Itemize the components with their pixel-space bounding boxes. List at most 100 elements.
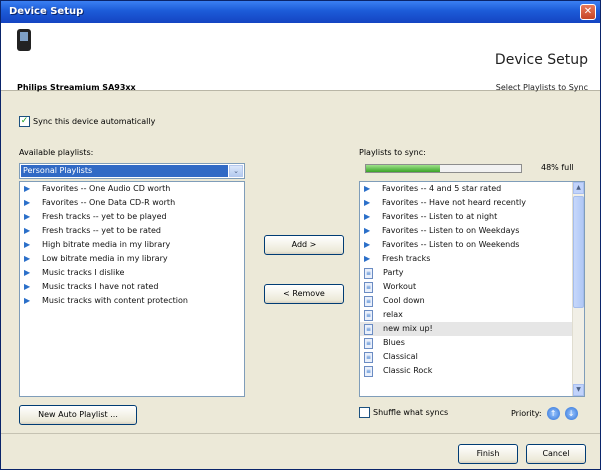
sync-playlists-list[interactable]: ▶ Favorites -- 4 and 5 star rated ▶ Favorit…	[359, 181, 585, 397]
capacity-bar	[365, 164, 522, 173]
auto-playlist-icon: ▶	[24, 282, 31, 291]
scroll-up-button[interactable]: ▲	[573, 182, 584, 194]
list-item-label: Fresh tracks -- yet to be played	[42, 212, 167, 221]
list-item[interactable]: ▶ Favorites -- One Audio CD worth	[20, 182, 244, 196]
device-name: Philips Streamium SA93xx	[17, 83, 136, 92]
auto-playlist-icon: ▶	[364, 212, 371, 221]
playlist-type-dropdown[interactable]: Personal Playlists ⌄	[19, 163, 245, 179]
device-setup-window: Device Setup ✕ Philips Streamium SA93xx …	[0, 0, 601, 470]
list-item[interactable]: ▶ Favorites -- One Data CD-R worth	[20, 196, 244, 210]
playlist-doc-icon: ≡	[364, 323, 373, 335]
auto-playlist-icon: ▶	[24, 198, 31, 207]
list-item[interactable]: ≡ Party	[360, 266, 572, 280]
auto-playlist-icon: ▶	[364, 226, 371, 235]
list-item[interactable]: ≡ new mix up!	[360, 322, 572, 336]
auto-playlist-icon: ▶	[24, 268, 31, 277]
available-playlists-list[interactable]: ▶ Favorites -- One Audio CD worth ▶ Favorit…	[19, 181, 245, 397]
dropdown-selected-value: Personal Playlists	[21, 165, 228, 177]
capacity-text: 48% full	[541, 163, 574, 172]
list-item[interactable]: ▶ Music tracks I dislike	[20, 266, 244, 280]
add-button[interactable]: Add >	[264, 235, 344, 255]
auto-playlist-icon: ▶	[24, 212, 31, 221]
list-item[interactable]: ▶ Favorites -- Listen to at night	[360, 210, 572, 224]
playlist-doc-icon: ≡	[364, 365, 373, 377]
list-item[interactable]: ▶ Music tracks with content protection	[20, 294, 244, 308]
window-title: Device Setup	[9, 6, 84, 17]
priority-down-icon[interactable]: ↓	[564, 407, 578, 420]
auto-playlist-icon: ▶	[364, 254, 371, 263]
scroll-down-button[interactable]: ▼	[573, 384, 584, 396]
new-auto-playlist-button[interactable]: New Auto Playlist ...	[19, 405, 137, 425]
playlist-doc-icon: ≡	[364, 337, 373, 349]
playlist-doc-icon: ≡	[364, 295, 373, 307]
page-subtitle: Select Playlists to Sync	[495, 83, 588, 92]
list-item-label: Favorites -- One Data CD-R worth	[42, 198, 176, 207]
list-item[interactable]: ▶ Low bitrate media in my library	[20, 252, 244, 266]
title-bar[interactable]: Device Setup ✕	[1, 1, 600, 23]
auto-playlist-icon: ▶	[364, 184, 371, 193]
list-item-label: Music tracks I have not rated	[42, 282, 159, 291]
list-item[interactable]: ▶ High bitrate media in my library	[20, 238, 244, 252]
priority-controls: Priority: ↑ ↓	[511, 407, 578, 420]
list-item[interactable]: ▶ Favorites -- Have not heard recently	[360, 196, 572, 210]
list-item[interactable]: ▶ Favorites -- 4 and 5 star rated	[360, 182, 572, 196]
priority-up-icon[interactable]: ↑	[546, 407, 560, 420]
list-item[interactable]: ▶ Fresh tracks -- yet to be played	[20, 210, 244, 224]
sync-automatically-label: Sync this device automatically	[33, 117, 156, 126]
header-panel: Philips Streamium SA93xx Device Setup Se…	[1, 23, 600, 92]
checkbox-checked[interactable]: ✓	[19, 116, 30, 127]
list-item[interactable]: ≡ Classic Rock	[360, 364, 572, 378]
scroll-thumb[interactable]	[573, 196, 584, 308]
cancel-button[interactable]: Cancel	[526, 444, 586, 464]
list-item[interactable]: ▶ Fresh tracks -- yet to be rated	[20, 224, 244, 238]
auto-playlist-icon: ▶	[24, 296, 31, 305]
list-item-label: Music tracks I dislike	[42, 268, 125, 277]
auto-playlist-icon: ▶	[24, 184, 31, 193]
list-item-label: Party	[383, 268, 404, 277]
list-item[interactable]: ≡ relax	[360, 308, 572, 322]
list-item[interactable]: ≡ Classical	[360, 350, 572, 364]
list-item[interactable]: ▶ Fresh tracks	[360, 252, 572, 266]
footer-divider	[1, 433, 600, 434]
device-icon	[17, 29, 31, 51]
capacity-fill	[366, 165, 441, 172]
list-item[interactable]: ≡ Blues	[360, 336, 572, 350]
list-item-label: Classical	[383, 352, 418, 361]
playlist-doc-icon: ≡	[364, 267, 373, 279]
playlist-doc-icon: ≡	[364, 351, 373, 363]
list-item[interactable]: ≡ Workout	[360, 280, 572, 294]
finish-button[interactable]: Finish	[458, 444, 518, 464]
list-item-label: Favorites -- 4 and 5 star rated	[382, 184, 502, 193]
list-item-label: Blues	[383, 338, 405, 347]
list-item-label: relax	[383, 310, 403, 319]
auto-playlist-icon: ▶	[24, 254, 31, 263]
list-item[interactable]: ≡ Cool down	[360, 294, 572, 308]
playlist-doc-icon: ≡	[364, 281, 373, 293]
list-item-label: Favorites -- Have not heard recently	[382, 198, 526, 207]
priority-label: Priority:	[511, 409, 542, 418]
playlist-doc-icon: ≡	[364, 309, 373, 321]
list-item[interactable]: ▶ Favorites -- Listen to on Weekends	[360, 238, 572, 252]
list-item-label: Cool down	[383, 296, 425, 305]
remove-button[interactable]: < Remove	[264, 284, 344, 304]
auto-playlist-icon: ▶	[24, 226, 31, 235]
auto-playlist-icon: ▶	[364, 198, 371, 207]
list-item-label: Low bitrate media in my library	[42, 254, 168, 263]
auto-playlist-icon: ▶	[364, 240, 371, 249]
close-button[interactable]: ✕	[580, 4, 596, 20]
list-item-label: High bitrate media in my library	[42, 240, 171, 249]
page-title: Device Setup	[494, 52, 588, 68]
sync-list-scrollbar[interactable]: ▲ ▼	[572, 182, 584, 396]
list-item-label: Fresh tracks -- yet to be rated	[42, 226, 162, 235]
list-item-label: Favorites -- One Audio CD worth	[42, 184, 171, 193]
shuffle-checkbox[interactable]: Shuffle what syncs	[359, 407, 448, 418]
sync-automatically-checkbox[interactable]: ✓ Sync this device automatically	[19, 116, 155, 127]
sync-list-items: ▶ Favorites -- 4 and 5 star rated ▶ Favorit…	[360, 182, 572, 378]
checkbox-unchecked[interactable]	[359, 407, 370, 418]
list-item[interactable]: ▶ Music tracks I have not rated	[20, 280, 244, 294]
chevron-down-icon[interactable]: ⌄	[229, 165, 243, 177]
list-item-label: Favorites -- Listen to on Weekdays	[382, 226, 520, 235]
list-item[interactable]: ▶ Favorites -- Listen to on Weekdays	[360, 224, 572, 238]
playlists-to-sync-label: Playlists to sync:	[359, 148, 426, 157]
shuffle-label: Shuffle what syncs	[373, 408, 449, 417]
